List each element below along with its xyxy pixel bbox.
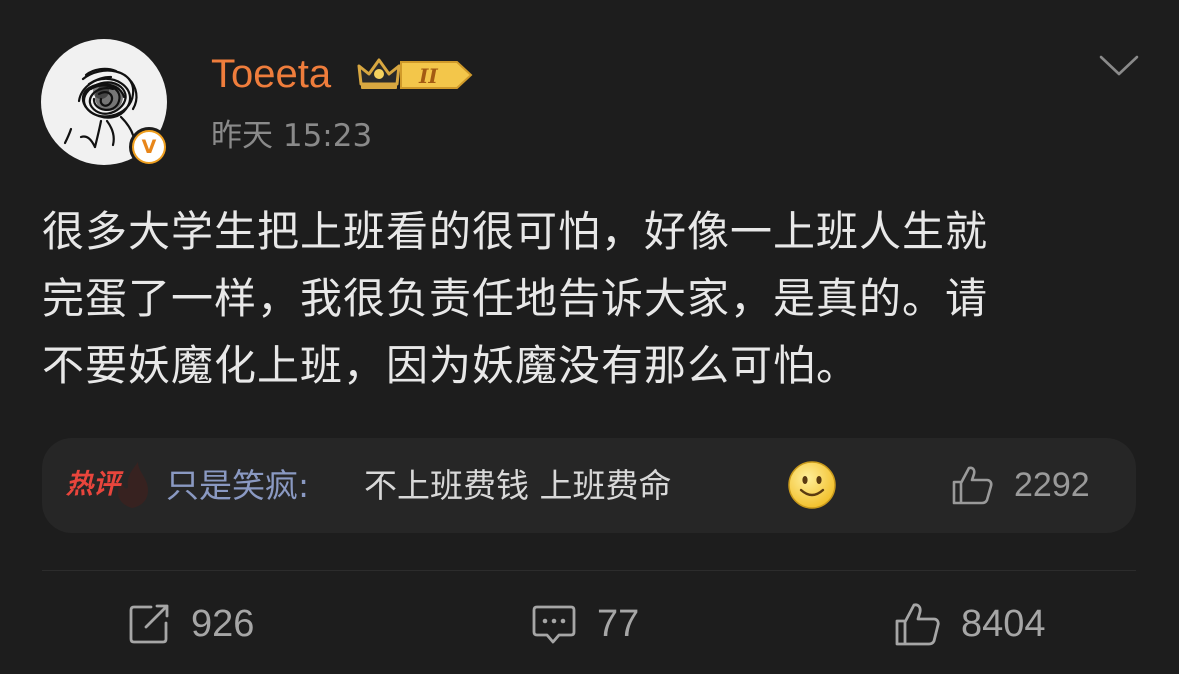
- post-text-line: 不要妖魔化上班，因为妖魔没有那么可怕。: [42, 341, 860, 390]
- repost-count: 926: [191, 602, 255, 645]
- comment-button[interactable]: 77: [531, 598, 639, 650]
- repost-button[interactable]: 926: [127, 598, 254, 650]
- comment-text: 不上班费钱 上班费命: [364, 466, 672, 505]
- like-button[interactable]: 8404: [893, 598, 1046, 650]
- repost-icon[interactable]: [127, 602, 171, 646]
- chevron-down-icon[interactable]: [1098, 52, 1140, 80]
- comment-like-count: 2292: [1014, 465, 1090, 504]
- author-name[interactable]: Toeeta: [211, 50, 331, 98]
- member-level-badge[interactable]: II: [357, 54, 477, 98]
- smiley-face-icon: [788, 461, 836, 509]
- comment-like-button[interactable]: 2292: [950, 462, 1090, 508]
- weibo-post-card: V Toeeta II 昨天 15:23 很多大学生把上班看的很可怕，好像一上班…: [0, 0, 1179, 674]
- thumbs-up-icon[interactable]: [950, 464, 994, 506]
- thumbs-up-icon[interactable]: [893, 601, 941, 647]
- like-count: 8404: [961, 602, 1046, 645]
- post-menu-button[interactable]: [1098, 52, 1140, 84]
- comment-count: 77: [597, 602, 640, 645]
- hot-comment[interactable]: 热评 只是笑疯: 不上班费钱 上班费命 2292: [42, 438, 1136, 533]
- post-text-line: 很多大学生把上班看的很可怕，好像一上班人生就: [42, 207, 989, 256]
- post-text-line: 完蛋了一样，我很负责任地告诉大家，是真的。请: [42, 274, 989, 323]
- verified-badge-icon: V: [129, 127, 169, 167]
- post-timestamp: 昨天 15:23: [211, 118, 373, 154]
- divider: [42, 570, 1136, 571]
- hot-comment-tag: 热评: [66, 460, 154, 510]
- comment-icon[interactable]: [531, 602, 577, 646]
- crown-icon: [357, 58, 401, 89]
- level-text: II: [418, 64, 438, 88]
- post-body-text: 很多大学生把上班看的很可怕，好像一上班人生就 完蛋了一样，我很负责任地告诉大家，…: [42, 198, 1142, 399]
- hot-comment-label: 热评: [66, 469, 120, 500]
- comment-author[interactable]: 只是笑疯:: [166, 464, 309, 508]
